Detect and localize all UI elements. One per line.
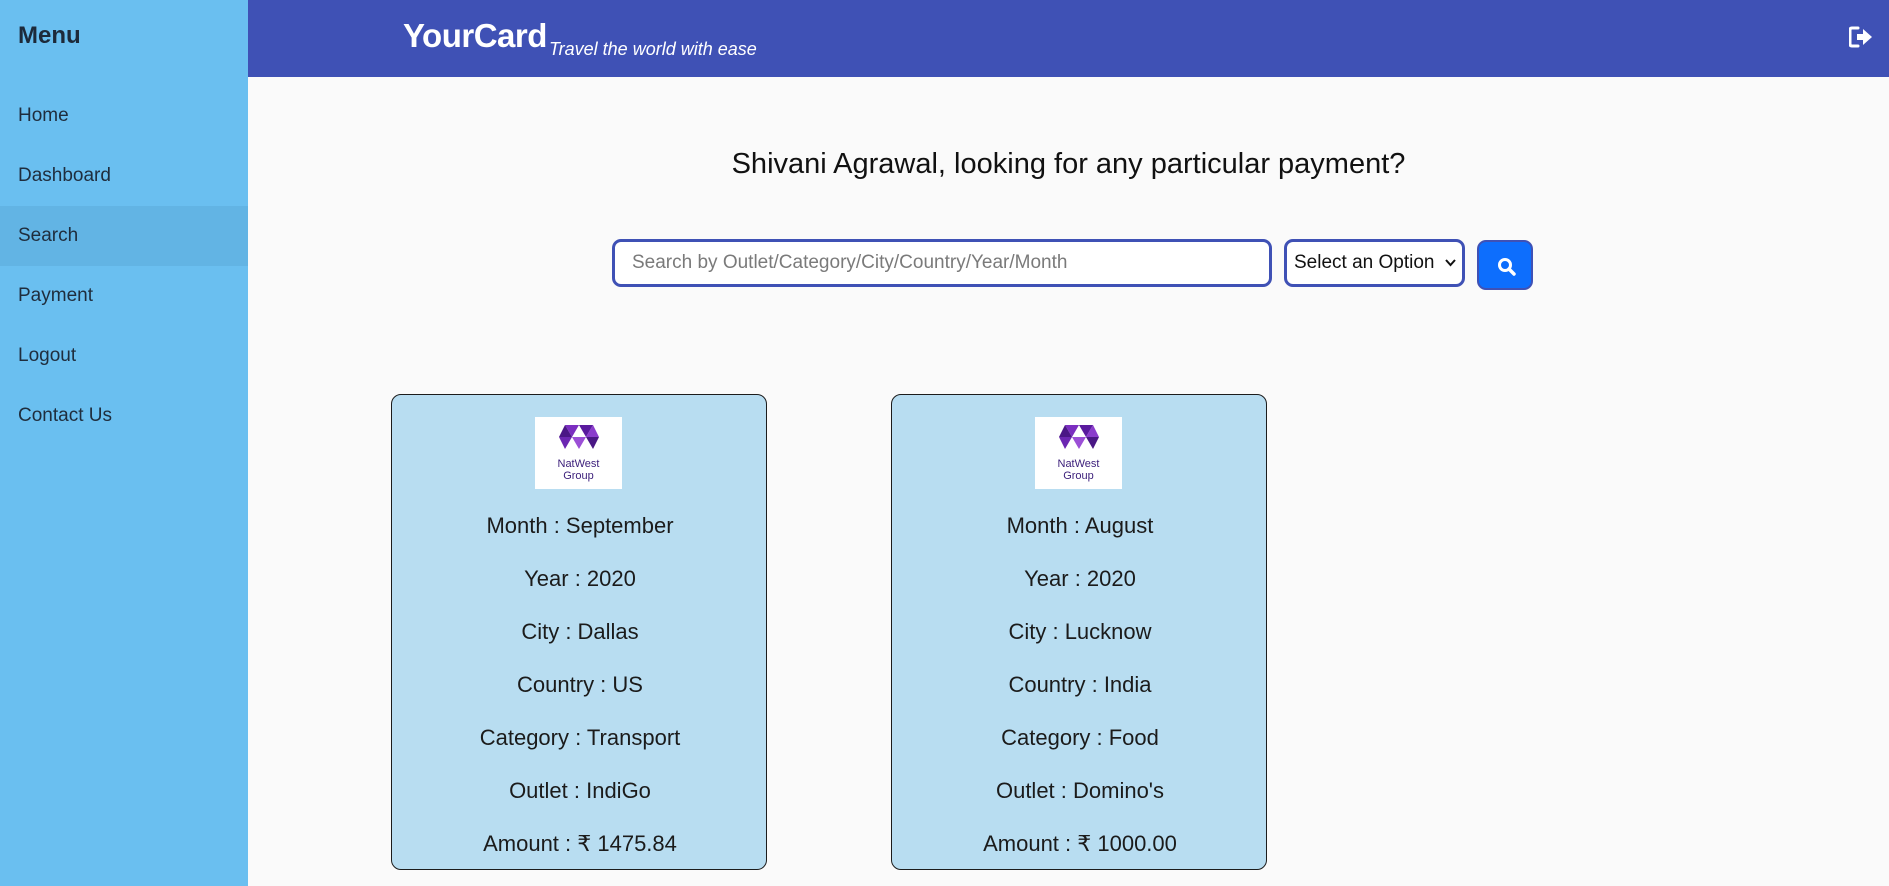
svg-text:NatWest: NatWest — [1058, 458, 1100, 470]
card-month: Month : August — [1006, 513, 1154, 538]
search-button[interactable] — [1477, 240, 1533, 290]
sidebar-item-payment[interactable]: Payment — [0, 266, 248, 326]
filter-select[interactable]: Select an Option — [1284, 239, 1465, 287]
payment-card: NatWest Group Month : August Year : 2020… — [891, 394, 1267, 870]
natwest-logo: NatWest Group — [1035, 417, 1122, 489]
sidebar-item-logout[interactable]: Logout — [0, 326, 248, 386]
chevron-down-icon — [1445, 259, 1456, 267]
top-header: YourCard Travel the world with ease — [248, 0, 1889, 77]
card-month: Month : September — [486, 513, 674, 538]
search-input[interactable] — [612, 239, 1272, 287]
page-heading: Shivani Agrawal, looking for any particu… — [731, 148, 1406, 180]
svg-text:Group: Group — [1063, 470, 1094, 482]
sign-out-icon[interactable] — [1848, 26, 1873, 48]
sidebar: Menu Home Dashboard Search Payment Logou… — [0, 0, 248, 886]
svg-text:NatWest: NatWest — [558, 458, 600, 470]
brand-tagline: Travel the world with ease — [549, 39, 757, 59]
card-amount: Amount : ₹ 1475.84 — [483, 831, 677, 856]
card-year: Year : 2020 — [524, 566, 636, 591]
filter-select-value: Select an Option — [1294, 252, 1435, 273]
card-amount: Amount : ₹ 1000.00 — [983, 831, 1177, 856]
sidebar-item-dashboard[interactable]: Dashboard — [0, 146, 248, 206]
card-country: Country : India — [1008, 672, 1152, 697]
sidebar-item-contact-us[interactable]: Contact Us — [0, 386, 248, 446]
sidebar-item-search[interactable]: Search — [0, 206, 248, 266]
card-outlet: Outlet : IndiGo — [509, 778, 651, 803]
card-city: City : Lucknow — [1008, 619, 1152, 644]
payment-card: NatWest Group Month : September Year : 2… — [391, 394, 767, 870]
brand-name: YourCard — [403, 17, 547, 54]
card-category: Category : Food — [1001, 725, 1159, 750]
card-city: City : Dallas — [521, 619, 639, 644]
search-icon — [1498, 258, 1516, 276]
sidebar-item-home[interactable]: Home — [0, 86, 248, 146]
card-year: Year : 2020 — [1024, 566, 1136, 591]
card-outlet: Outlet : Domino's — [995, 778, 1165, 803]
card-category: Category : Transport — [479, 725, 681, 750]
card-country: Country : US — [517, 672, 643, 697]
natwest-logo: NatWest Group — [535, 417, 622, 489]
sidebar-title: Menu — [18, 22, 81, 49]
svg-text:Group: Group — [563, 470, 594, 482]
